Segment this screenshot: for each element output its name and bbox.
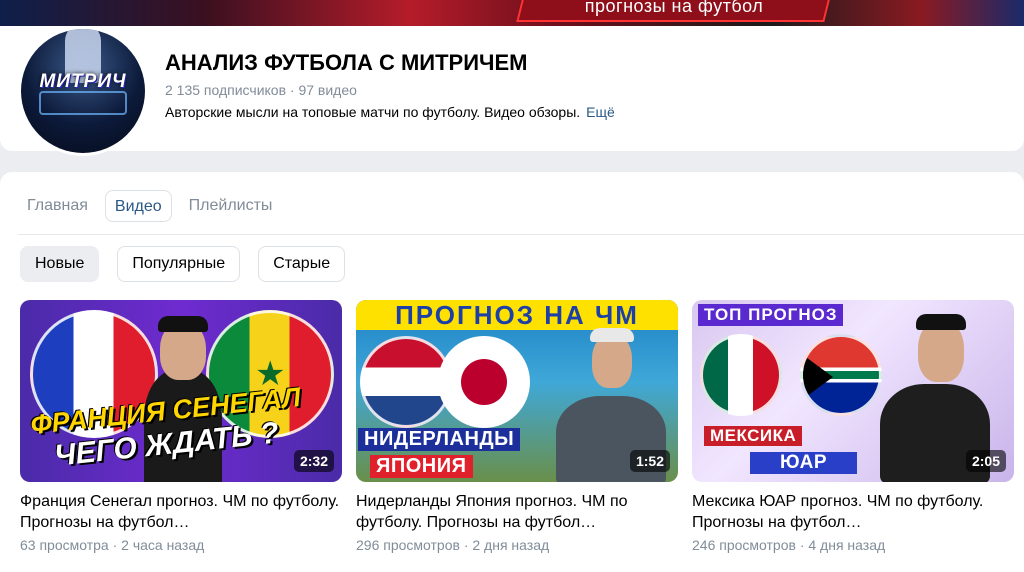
avatar-glow-frame [39,91,127,115]
video-duration: 1:52 [629,450,670,472]
filter-old[interactable]: Старые [258,246,346,282]
presenter-head [592,334,632,388]
channel-description-text: Авторские мысли на топовые матчи по футб… [165,104,581,120]
videos-section: Главная Видео Плейлисты Новые Популярные… [0,172,1024,572]
thumbnail-caption-line2: ЯПОНИЯ [370,455,473,478]
flag-triangle [803,355,833,399]
show-more-link[interactable]: Ещё [586,104,615,120]
cover-banner-text: прогнозы на футбол [584,0,764,16]
mexico-flag-icon [700,334,782,416]
tab-playlists[interactable]: Плейлисты [180,190,282,222]
video-title[interactable]: Нидерланды Япония прогноз. ЧМ по футболу… [356,491,678,533]
channel-tabs: Главная Видео Плейлисты [18,190,281,222]
video-thumbnail[interactable]: ★ ФРАНЦИЯ СЕНЕГАЛ ЧЕГО ЖДАТЬ ? 2:32 [20,300,342,482]
video-card[interactable]: ТОП ПРОГНОЗ МЕКСИКА ЮАР 2:05 Мексика ЮАР… [692,300,1014,553]
avatar-image: МИТРИЧ [21,29,145,153]
thumbnail-caption-line1: МЕКСИКА [704,426,803,446]
cap-icon [916,314,966,330]
thumbnail-header: ТОП ПРОГНОЗ [698,304,844,326]
video-thumbnail[interactable]: ТОП ПРОГНОЗ МЕКСИКА ЮАР 2:05 [692,300,1014,482]
video-title[interactable]: Мексика ЮАР прогноз. ЧМ по футболу. Прог… [692,491,1014,533]
thumbnail-caption-line2: ЮАР [750,452,858,474]
thumbnail-caption-line1: НИДЕРЛАНДЫ [358,428,521,451]
thumbnail-header: ПРОГНОЗ НА ЧМ [356,300,678,330]
video-grid: ★ ФРАНЦИЯ СЕНЕГАЛ ЧЕГО ЖДАТЬ ? 2:32 Фран… [20,300,1014,553]
south-africa-flag-icon [800,334,882,416]
video-title[interactable]: Франция Сенегал прогноз. ЧМ по футболу. … [20,491,342,533]
channel-header: МИТРИЧ АНАЛИЗ ФУТБОЛА С МИТРИЧЕМ 2 135 п… [0,26,1024,156]
sort-filters: Новые Популярные Старые [20,246,346,282]
video-duration: 2:32 [293,450,334,472]
avatar-logo-text: МИТРИЧ [39,71,127,92]
channel-description: Авторские мысли на топовые матчи по футб… [165,104,615,120]
video-card[interactable]: ★ ФРАНЦИЯ СЕНЕГАЛ ЧЕГО ЖДАТЬ ? 2:32 Фран… [20,300,342,553]
video-meta: 296 просмотров · 2 дня назад [356,537,550,553]
cap-icon [590,328,634,342]
video-card[interactable]: ПРОГНОЗ НА ЧМ НИДЕРЛАНДЫ ЯПОНИЯ 1:52 Нид… [356,300,678,553]
channel-title: АНАЛИЗ ФУТБОЛА С МИТРИЧЕМ [165,50,528,75]
tab-videos[interactable]: Видео [104,190,172,222]
video-thumbnail[interactable]: ПРОГНОЗ НА ЧМ НИДЕРЛАНДЫ ЯПОНИЯ 1:52 [356,300,678,482]
video-duration: 2:05 [965,450,1006,472]
japan-sun [461,359,507,405]
tab-home[interactable]: Главная [18,190,97,222]
filter-popular[interactable]: Популярные [117,246,241,282]
video-meta: 246 просмотров · 4 дня назад [692,537,886,553]
tabs-divider [18,234,1024,235]
video-meta: 63 просмотра · 2 часа назад [20,537,205,553]
channel-cover: прогнозы на футбол [0,0,1024,26]
japan-flag-icon [438,336,530,428]
filter-new[interactable]: Новые [20,246,100,282]
cap-icon [158,316,208,332]
channel-stats: 2 135 подписчиков · 97 видео [165,82,357,98]
channel-avatar[interactable]: МИТРИЧ [18,26,148,156]
